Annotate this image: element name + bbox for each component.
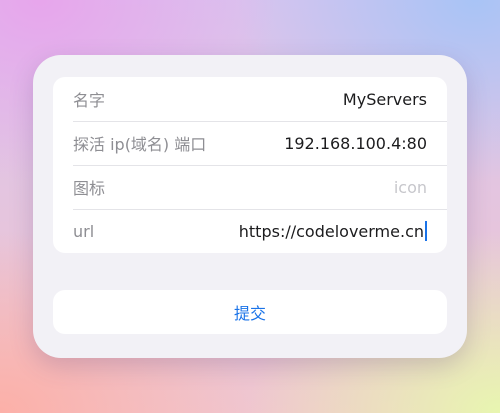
- name-field-row[interactable]: 名字 MyServers: [53, 77, 447, 121]
- icon-field-label: 图标: [73, 179, 106, 198]
- url-field-label: url: [73, 221, 95, 241]
- url-field-input[interactable]: https://codeloverme.cn: [239, 221, 427, 241]
- url-field-value: https://codeloverme.cn: [238, 221, 424, 241]
- probe-address-field-row[interactable]: 探活 ip(域名) 端口 192.168.100.4:80: [53, 121, 447, 165]
- form-group: 名字 MyServers 探活 ip(域名) 端口 192.168.100.4:…: [53, 77, 447, 253]
- dialog-card: 名字 MyServers 探活 ip(域名) 端口 192.168.100.4:…: [33, 55, 467, 358]
- probe-address-field-label: 探活 ip(域名) 端口: [73, 135, 207, 154]
- name-field-input[interactable]: MyServers: [343, 90, 427, 109]
- url-field-row[interactable]: url https://codeloverme.cn: [53, 209, 447, 253]
- icon-field-input[interactable]: icon: [394, 178, 427, 197]
- name-field-label: 名字: [73, 91, 106, 110]
- probe-address-field-input[interactable]: 192.168.100.4:80: [284, 134, 427, 153]
- icon-field-row[interactable]: 图标 icon: [53, 165, 447, 209]
- submit-button[interactable]: 提交: [53, 290, 447, 334]
- text-cursor: [425, 221, 427, 241]
